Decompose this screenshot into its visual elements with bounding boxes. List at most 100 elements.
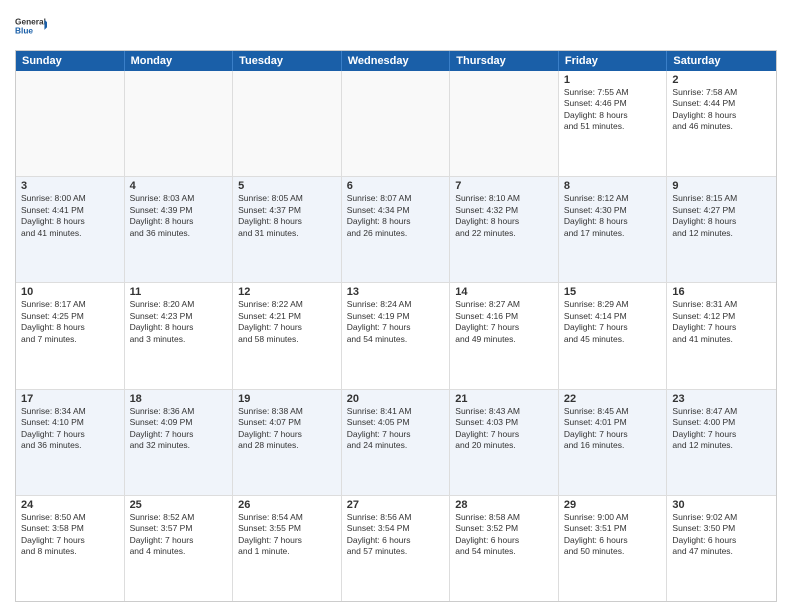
day-cell-8: 8Sunrise: 8:12 AMSunset: 4:30 PMDaylight…	[559, 177, 668, 282]
day-cell-29: 29Sunrise: 9:00 AMSunset: 3:51 PMDayligh…	[559, 496, 668, 601]
day-cell-14: 14Sunrise: 8:27 AMSunset: 4:16 PMDayligh…	[450, 283, 559, 388]
svg-text:Blue: Blue	[15, 26, 33, 36]
day-info: Sunrise: 8:50 AMSunset: 3:58 PMDaylight:…	[21, 512, 119, 558]
day-number: 27	[347, 499, 445, 511]
day-info: Sunrise: 8:29 AMSunset: 4:14 PMDaylight:…	[564, 299, 662, 345]
day-number: 16	[672, 286, 771, 298]
day-cell-25: 25Sunrise: 8:52 AMSunset: 3:57 PMDayligh…	[125, 496, 234, 601]
day-info: Sunrise: 7:55 AMSunset: 4:46 PMDaylight:…	[564, 87, 662, 133]
calendar: SundayMondayTuesdayWednesdayThursdayFrid…	[15, 50, 777, 602]
day-info: Sunrise: 8:52 AMSunset: 3:57 PMDaylight:…	[130, 512, 228, 558]
day-number: 1	[564, 74, 662, 86]
calendar-week-3: 10Sunrise: 8:17 AMSunset: 4:25 PMDayligh…	[16, 282, 776, 388]
weekday-header-sunday: Sunday	[16, 51, 125, 71]
day-number: 3	[21, 180, 119, 192]
day-info: Sunrise: 8:20 AMSunset: 4:23 PMDaylight:…	[130, 299, 228, 345]
calendar-body: 1Sunrise: 7:55 AMSunset: 4:46 PMDaylight…	[16, 71, 776, 601]
day-info: Sunrise: 8:43 AMSunset: 4:03 PMDaylight:…	[455, 406, 553, 452]
logo: General Blue	[15, 10, 47, 42]
day-info: Sunrise: 7:58 AMSunset: 4:44 PMDaylight:…	[672, 87, 771, 133]
logo-svg: General Blue	[15, 10, 47, 42]
day-cell-13: 13Sunrise: 8:24 AMSunset: 4:19 PMDayligh…	[342, 283, 451, 388]
day-number: 15	[564, 286, 662, 298]
weekday-header-friday: Friday	[559, 51, 668, 71]
day-number: 23	[672, 393, 771, 405]
empty-cell	[450, 71, 559, 176]
day-number: 9	[672, 180, 771, 192]
day-number: 6	[347, 180, 445, 192]
day-info: Sunrise: 8:31 AMSunset: 4:12 PMDaylight:…	[672, 299, 771, 345]
day-info: Sunrise: 8:41 AMSunset: 4:05 PMDaylight:…	[347, 406, 445, 452]
calendar-week-5: 24Sunrise: 8:50 AMSunset: 3:58 PMDayligh…	[16, 495, 776, 601]
calendar-header: SundayMondayTuesdayWednesdayThursdayFrid…	[16, 51, 776, 71]
day-number: 29	[564, 499, 662, 511]
day-cell-24: 24Sunrise: 8:50 AMSunset: 3:58 PMDayligh…	[16, 496, 125, 601]
page-header: General Blue	[15, 10, 777, 42]
day-cell-27: 27Sunrise: 8:56 AMSunset: 3:54 PMDayligh…	[342, 496, 451, 601]
day-cell-22: 22Sunrise: 8:45 AMSunset: 4:01 PMDayligh…	[559, 390, 668, 495]
day-number: 13	[347, 286, 445, 298]
calendar-week-4: 17Sunrise: 8:34 AMSunset: 4:10 PMDayligh…	[16, 389, 776, 495]
day-cell-15: 15Sunrise: 8:29 AMSunset: 4:14 PMDayligh…	[559, 283, 668, 388]
day-cell-26: 26Sunrise: 8:54 AMSunset: 3:55 PMDayligh…	[233, 496, 342, 601]
day-number: 14	[455, 286, 553, 298]
day-info: Sunrise: 8:27 AMSunset: 4:16 PMDaylight:…	[455, 299, 553, 345]
day-info: Sunrise: 8:15 AMSunset: 4:27 PMDaylight:…	[672, 193, 771, 239]
day-cell-9: 9Sunrise: 8:15 AMSunset: 4:27 PMDaylight…	[667, 177, 776, 282]
day-cell-5: 5Sunrise: 8:05 AMSunset: 4:37 PMDaylight…	[233, 177, 342, 282]
day-info: Sunrise: 8:24 AMSunset: 4:19 PMDaylight:…	[347, 299, 445, 345]
day-number: 24	[21, 499, 119, 511]
weekday-header-tuesday: Tuesday	[233, 51, 342, 71]
day-info: Sunrise: 8:12 AMSunset: 4:30 PMDaylight:…	[564, 193, 662, 239]
day-number: 4	[130, 180, 228, 192]
day-cell-4: 4Sunrise: 8:03 AMSunset: 4:39 PMDaylight…	[125, 177, 234, 282]
day-cell-3: 3Sunrise: 8:00 AMSunset: 4:41 PMDaylight…	[16, 177, 125, 282]
weekday-header-wednesday: Wednesday	[342, 51, 451, 71]
day-number: 25	[130, 499, 228, 511]
day-number: 18	[130, 393, 228, 405]
day-cell-12: 12Sunrise: 8:22 AMSunset: 4:21 PMDayligh…	[233, 283, 342, 388]
day-info: Sunrise: 8:22 AMSunset: 4:21 PMDaylight:…	[238, 299, 336, 345]
day-number: 8	[564, 180, 662, 192]
empty-cell	[125, 71, 234, 176]
empty-cell	[342, 71, 451, 176]
empty-cell	[16, 71, 125, 176]
day-cell-17: 17Sunrise: 8:34 AMSunset: 4:10 PMDayligh…	[16, 390, 125, 495]
day-info: Sunrise: 8:56 AMSunset: 3:54 PMDaylight:…	[347, 512, 445, 558]
day-info: Sunrise: 8:00 AMSunset: 4:41 PMDaylight:…	[21, 193, 119, 239]
day-number: 21	[455, 393, 553, 405]
day-cell-28: 28Sunrise: 8:58 AMSunset: 3:52 PMDayligh…	[450, 496, 559, 601]
day-cell-18: 18Sunrise: 8:36 AMSunset: 4:09 PMDayligh…	[125, 390, 234, 495]
day-cell-23: 23Sunrise: 8:47 AMSunset: 4:00 PMDayligh…	[667, 390, 776, 495]
day-number: 20	[347, 393, 445, 405]
day-info: Sunrise: 9:02 AMSunset: 3:50 PMDaylight:…	[672, 512, 771, 558]
day-info: Sunrise: 8:10 AMSunset: 4:32 PMDaylight:…	[455, 193, 553, 239]
day-number: 22	[564, 393, 662, 405]
calendar-week-2: 3Sunrise: 8:00 AMSunset: 4:41 PMDaylight…	[16, 176, 776, 282]
day-cell-21: 21Sunrise: 8:43 AMSunset: 4:03 PMDayligh…	[450, 390, 559, 495]
day-number: 7	[455, 180, 553, 192]
day-cell-1: 1Sunrise: 7:55 AMSunset: 4:46 PMDaylight…	[559, 71, 668, 176]
day-number: 5	[238, 180, 336, 192]
day-info: Sunrise: 8:58 AMSunset: 3:52 PMDaylight:…	[455, 512, 553, 558]
day-cell-16: 16Sunrise: 8:31 AMSunset: 4:12 PMDayligh…	[667, 283, 776, 388]
weekday-header-monday: Monday	[125, 51, 234, 71]
day-number: 30	[672, 499, 771, 511]
day-info: Sunrise: 8:54 AMSunset: 3:55 PMDaylight:…	[238, 512, 336, 558]
day-number: 2	[672, 74, 771, 86]
empty-cell	[233, 71, 342, 176]
day-cell-2: 2Sunrise: 7:58 AMSunset: 4:44 PMDaylight…	[667, 71, 776, 176]
day-number: 26	[238, 499, 336, 511]
day-number: 17	[21, 393, 119, 405]
day-cell-6: 6Sunrise: 8:07 AMSunset: 4:34 PMDaylight…	[342, 177, 451, 282]
day-number: 12	[238, 286, 336, 298]
day-cell-11: 11Sunrise: 8:20 AMSunset: 4:23 PMDayligh…	[125, 283, 234, 388]
weekday-header-saturday: Saturday	[667, 51, 776, 71]
day-number: 28	[455, 499, 553, 511]
day-info: Sunrise: 8:07 AMSunset: 4:34 PMDaylight:…	[347, 193, 445, 239]
day-number: 19	[238, 393, 336, 405]
day-info: Sunrise: 8:36 AMSunset: 4:09 PMDaylight:…	[130, 406, 228, 452]
day-info: Sunrise: 8:05 AMSunset: 4:37 PMDaylight:…	[238, 193, 336, 239]
day-number: 11	[130, 286, 228, 298]
day-cell-10: 10Sunrise: 8:17 AMSunset: 4:25 PMDayligh…	[16, 283, 125, 388]
